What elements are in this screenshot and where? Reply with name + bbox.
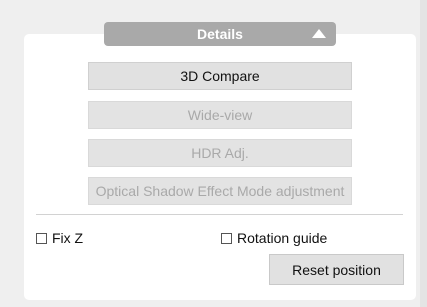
details-toggle-button[interactable]: Details <box>104 22 336 46</box>
reset-position-button[interactable]: Reset position <box>269 254 404 285</box>
wide-view-button[interactable]: Wide-view <box>88 101 352 129</box>
checkbox-box-icon[interactable] <box>36 232 47 244</box>
scrollbar-track[interactable] <box>420 0 427 307</box>
triangle-up-icon <box>312 29 326 38</box>
3d-compare-button[interactable]: 3D Compare <box>88 62 352 90</box>
fix-z-label: Fix Z <box>52 230 84 246</box>
optical-shadow-effect-button[interactable]: Optical Shadow Effect Mode adjustment <box>88 177 352 205</box>
fix-z-checkbox[interactable]: Fix Z <box>36 230 83 246</box>
hdr-adj-button[interactable]: HDR Adj. <box>88 139 352 167</box>
checkbox-box-icon[interactable] <box>221 232 232 244</box>
details-title: Details <box>197 26 243 42</box>
window: Details 3D Compare Wide-view HDR Adj. Op… <box>0 0 421 307</box>
divider <box>36 214 403 215</box>
rotation-guide-label: Rotation guide <box>237 230 328 246</box>
rotation-guide-checkbox[interactable]: Rotation guide <box>221 230 327 246</box>
